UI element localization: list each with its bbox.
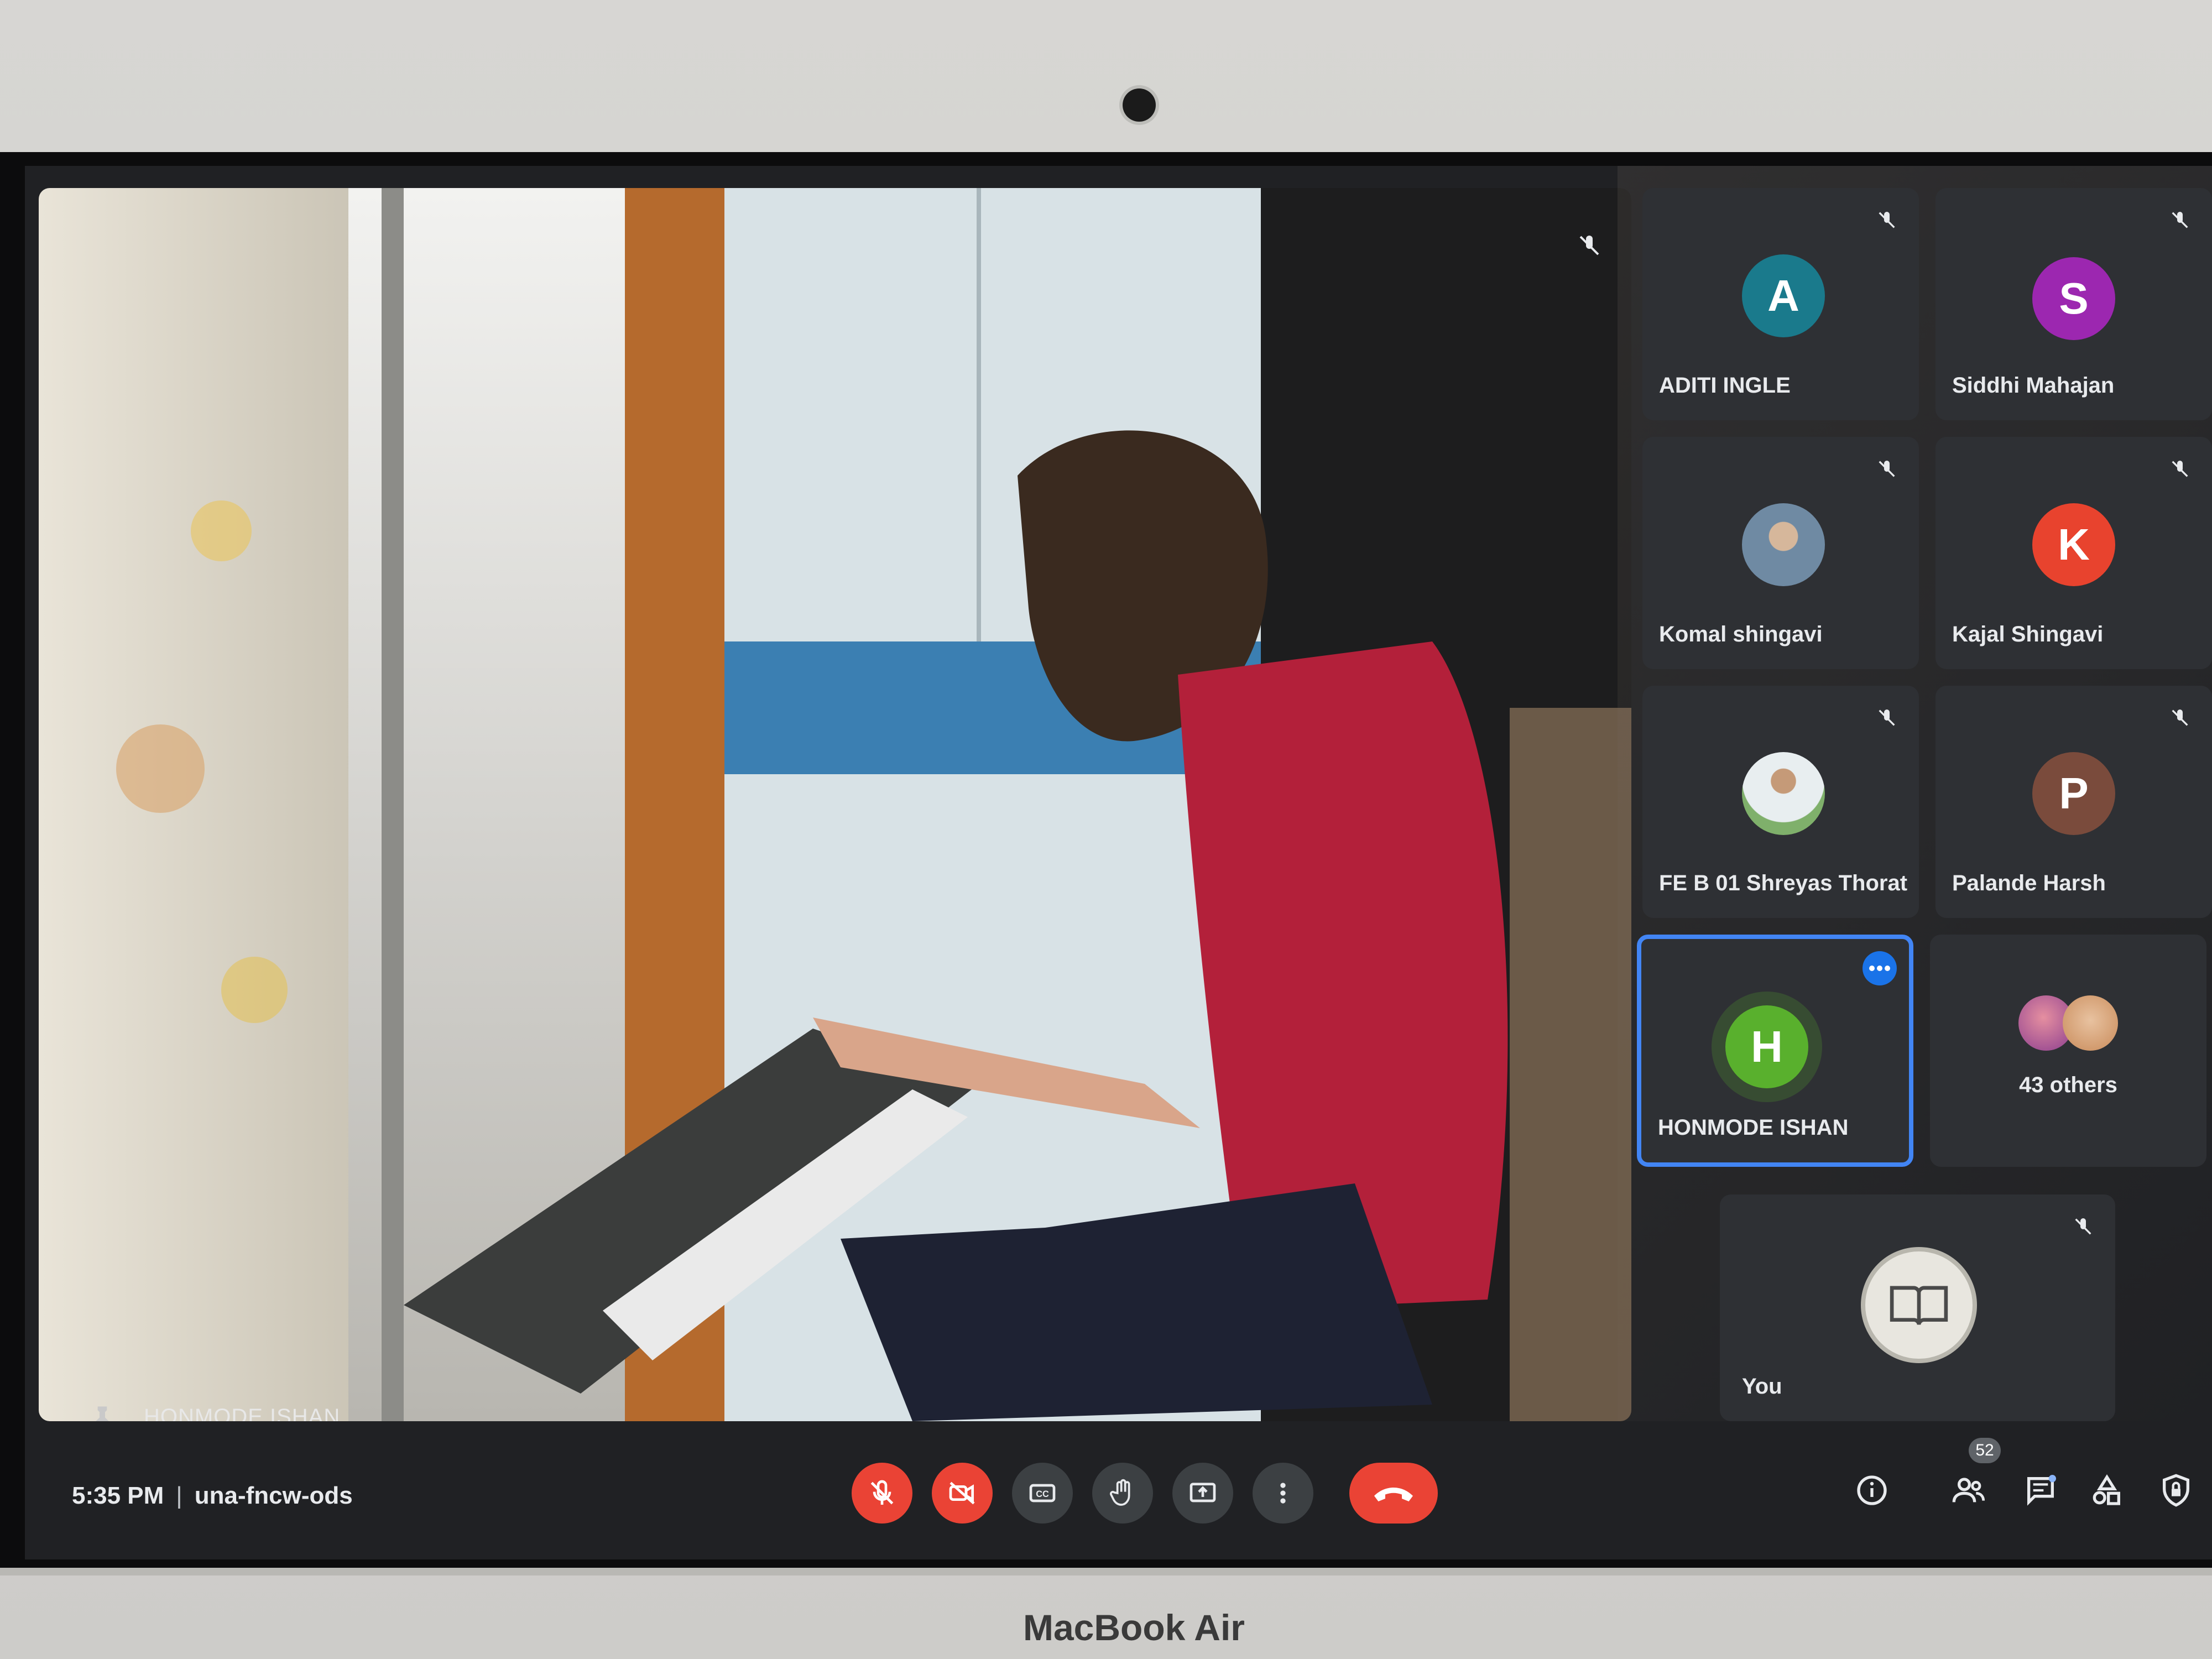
participant-tile-palande-harsh[interactable]: P Palande Harsh <box>1936 686 2212 918</box>
avatar: A <box>1742 254 1825 337</box>
avatar-photo <box>1742 503 1825 586</box>
muted-mic-icon <box>2075 1218 2091 1235</box>
muted-mic-icon <box>2172 709 2188 726</box>
meeting-info: 5:35 PM | una-fncw-ods <box>72 1482 353 1510</box>
others-tile[interactable]: 43 others <box>1930 935 2206 1167</box>
muted-mic-icon <box>1579 236 1599 255</box>
activities-icon <box>2093 1474 2120 1505</box>
participant-tile-aditi-ingle[interactable]: A ADITI INGLE <box>1642 188 1919 420</box>
participant-tile-kajal-shingavi[interactable]: K Kajal Shingavi <box>1936 437 2212 669</box>
main-tile-name: HONMODE ISHAN <box>144 1405 341 1421</box>
self-name: You <box>1742 1374 1782 1399</box>
self-tile[interactable]: You <box>1720 1194 2115 1421</box>
muted-mic-icon <box>1879 461 1895 477</box>
participant-name: ADITI INGLE <box>1659 373 1791 398</box>
camera-off-icon <box>949 1481 975 1505</box>
more-horizontal-icon <box>1869 966 1890 971</box>
raise-hand-button[interactable] <box>1092 1463 1153 1524</box>
meeting-code[interactable]: una-fncw-ods <box>195 1482 353 1509</box>
webcam <box>1123 88 1156 122</box>
participant-tile-komal-shingavi[interactable]: Komal shingavi <box>1642 437 1919 669</box>
participant-name: FE B 01 Shreyas Thorat <box>1659 871 1908 895</box>
camera-toggle-button[interactable] <box>932 1463 993 1524</box>
meeting-details-button[interactable] <box>1850 1465 1894 1515</box>
present-screen-icon <box>1190 1483 1216 1503</box>
pin-icon[interactable] <box>91 1405 113 1421</box>
participant-name: HONMODE ISHAN <box>1658 1115 1849 1140</box>
participant-name: Siddhi Mahajan <box>1952 373 2115 398</box>
video-feed <box>39 188 1631 1421</box>
muted-mic-icon <box>1879 212 1895 228</box>
separator: | <box>176 1482 182 1509</box>
more-vertical-icon <box>1280 1483 1286 1504</box>
people-icon <box>1952 1478 1985 1503</box>
meeting-time: 5:35 PM <box>72 1482 164 1509</box>
svg-text:CC: CC <box>1036 1489 1049 1499</box>
self-avatar-logo <box>1861 1247 1977 1363</box>
book-icon <box>1890 1286 1948 1325</box>
avatar: S <box>2032 257 2115 340</box>
captions-icon: CC <box>1029 1484 1056 1503</box>
people-button[interactable] <box>1947 1465 1991 1515</box>
info-icon <box>1857 1475 1887 1505</box>
meet-window: HONMODE ISHAN A ADITI INGLE S Siddhi Mah… <box>25 166 2212 1559</box>
host-controls-button[interactable] <box>2154 1465 2198 1515</box>
end-call-button[interactable] <box>1349 1463 1438 1524</box>
captions-button[interactable]: CC <box>1012 1463 1073 1524</box>
avatar: K <box>2032 503 2115 586</box>
muted-mic-icon <box>2172 212 2188 228</box>
chat-button[interactable] <box>2018 1465 2063 1515</box>
avatar-photo <box>2063 995 2118 1051</box>
mic-off-icon <box>870 1480 894 1505</box>
avatar-stack <box>2018 995 2129 1056</box>
participant-name: Kajal Shingavi <box>1952 622 2104 646</box>
chat-icon <box>2027 1475 2056 1506</box>
avatar-photo <box>1742 752 1825 835</box>
muted-mic-icon <box>1879 709 1895 726</box>
more-options-button[interactable] <box>1253 1463 1313 1524</box>
participant-tile-honmode-ishan[interactable]: H HONMODE ISHAN <box>1637 935 1913 1167</box>
hinge <box>0 1568 2212 1575</box>
activities-button[interactable] <box>2085 1465 2129 1515</box>
muted-mic-icon <box>2172 461 2188 477</box>
present-button[interactable] <box>1172 1463 1233 1524</box>
shield-lock-icon <box>2163 1474 2189 1507</box>
participant-tile-shreyas-thorat[interactable]: FE B 01 Shreyas Thorat <box>1642 686 1919 918</box>
others-count: 43 others <box>2019 1073 2117 1097</box>
phone-hangup-icon <box>1374 1488 1413 1501</box>
brand-label: MacBook Air <box>1023 1607 1245 1648</box>
hand-icon <box>1110 1479 1130 1506</box>
mic-toggle-button[interactable] <box>852 1463 912 1524</box>
participant-name: Palande Harsh <box>1952 871 2106 895</box>
more-options-button[interactable] <box>1863 951 1897 985</box>
laptop-frame: MacBook Air HONMODE ISHAN A ADITI INGLE … <box>0 0 2212 1659</box>
people-count-badge: 52 <box>1969 1438 2001 1463</box>
participant-name: Komal shingavi <box>1659 622 1823 646</box>
participant-tile-siddhi-mahajan[interactable]: S Siddhi Mahajan <box>1936 188 2212 420</box>
avatar: P <box>2032 752 2115 835</box>
main-video-tile[interactable]: HONMODE ISHAN <box>39 188 1631 1421</box>
avatar: H <box>1725 1005 1808 1088</box>
